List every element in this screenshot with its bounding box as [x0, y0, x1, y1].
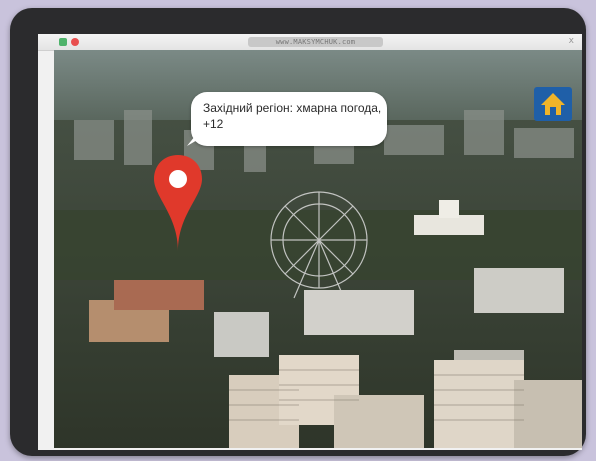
home-icon [541, 93, 565, 115]
browser-toolbar: www.MAKSYMCHUK.com x [38, 34, 582, 51]
weather-tooltip: Західний регіон: хмарна погода, +12 [187, 92, 387, 146]
window-control-red[interactable] [71, 38, 79, 46]
location-pin-icon[interactable] [152, 153, 204, 253]
city-map-view[interactable]: Західний регіон: хмарна погода, +12 [54, 50, 582, 448]
weather-tooltip-text: Західний регіон: хмарна погода, +12 [203, 101, 382, 131]
home-button[interactable] [534, 87, 572, 121]
tablet-frame: www.MAKSYMCHUK.com x Західний регіон: хм… [10, 8, 586, 456]
window-control-green[interactable] [59, 38, 67, 46]
close-icon[interactable]: x [569, 36, 574, 46]
screen: www.MAKSYMCHUK.com x Західний регіон: хм… [38, 34, 582, 450]
address-bar[interactable]: www.MAKSYMCHUK.com [248, 37, 383, 47]
